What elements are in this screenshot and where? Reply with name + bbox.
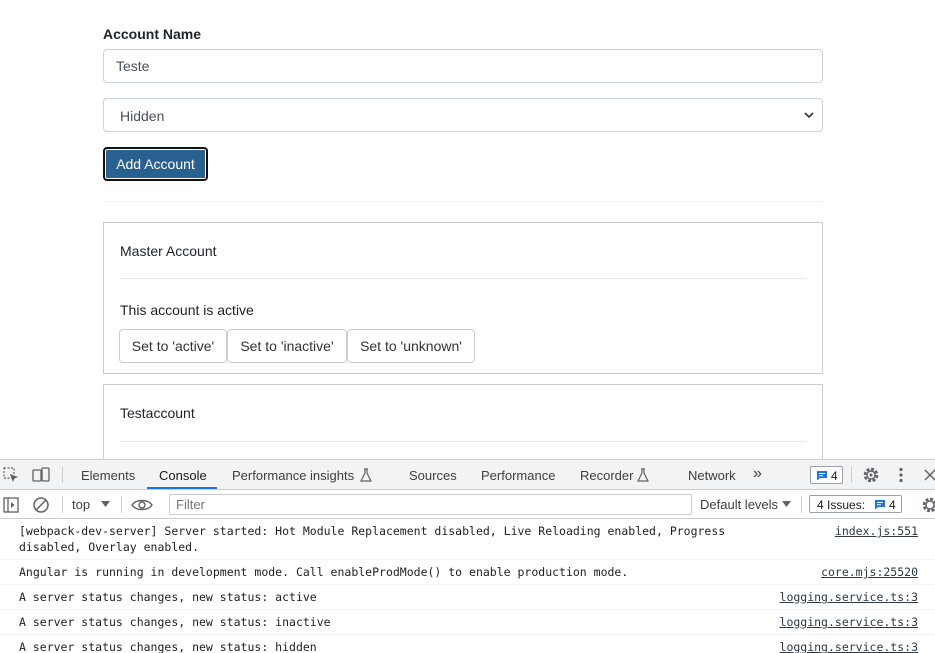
separator	[62, 496, 63, 513]
account-card-title: Testaccount	[120, 405, 195, 421]
console-message-source-link[interactable]: logging.service.ts:3	[780, 614, 918, 630]
console-message: A server status changes, new status: ina…	[0, 610, 935, 635]
issues-badge[interactable]: 4 Issues: 4	[809, 495, 902, 513]
messages-badge[interactable]: 4	[810, 466, 843, 484]
account-card: Testaccount	[103, 384, 823, 459]
card-divider	[120, 441, 806, 442]
settings-gear-icon[interactable]	[862, 466, 880, 484]
console-log-list: [webpack-dev-server] Server started: Hot…	[0, 519, 935, 653]
console-message-source-link[interactable]: core.mjs:25520	[821, 564, 918, 580]
console-message: [webpack-dev-server] Server started: Hot…	[0, 519, 935, 560]
console-message: Angular is running in development mode. …	[0, 560, 935, 585]
console-message-source-link[interactable]: index.js:551	[835, 523, 918, 539]
console-message-text: Angular is running in development mode. …	[19, 565, 629, 579]
set-unknown-button[interactable]: Set to 'unknown'	[347, 329, 475, 363]
messages-count: 4	[831, 469, 838, 483]
console-message-text: [webpack-dev-server] Server started: Hot…	[19, 524, 733, 554]
inspect-element-icon[interactable]	[3, 467, 19, 483]
card-divider	[120, 278, 806, 279]
app-content: Account Name Hidden Add Account Master A…	[0, 0, 935, 459]
tab-network[interactable]: Network	[688, 468, 736, 483]
sidebar-toggle-icon[interactable]	[3, 497, 19, 513]
account-name-input[interactable]	[103, 49, 823, 83]
tab-sources[interactable]: Sources	[409, 468, 457, 483]
devtools-panel: Elements Console Performance insights So…	[0, 459, 935, 653]
console-settings-gear-icon[interactable]	[921, 496, 935, 514]
divider	[103, 201, 823, 202]
dropdown-arrow-icon	[782, 501, 791, 507]
console-toolbar: top Default levels 4 Issues: 4	[0, 490, 935, 519]
console-message: A server status changes, new status: hid…	[0, 635, 935, 653]
set-active-button[interactable]: Set to 'active'	[119, 329, 227, 363]
status-select[interactable]: Hidden	[103, 98, 823, 132]
message-icon	[875, 500, 885, 510]
issues-label: 4 Issues:	[817, 498, 866, 512]
add-account-button[interactable]: Add Account	[103, 147, 208, 181]
account-card-title: Master Account	[120, 243, 217, 259]
tab-console[interactable]: Console	[159, 468, 207, 483]
flask-icon	[637, 468, 649, 482]
context-selector[interactable]: top	[72, 497, 90, 512]
separator	[851, 467, 852, 483]
active-tab-indicator	[147, 487, 217, 489]
more-tabs-icon[interactable]: »	[753, 465, 762, 483]
issues-count: 4	[889, 498, 896, 512]
status-select-value: Hidden	[120, 108, 165, 124]
account-name-label: Account Name	[103, 26, 202, 42]
close-icon[interactable]	[924, 468, 935, 482]
eye-icon[interactable]	[131, 498, 153, 512]
separator	[121, 496, 122, 513]
chevron-down-icon	[804, 112, 814, 119]
devtools-tab-bar: Elements Console Performance insights So…	[0, 460, 935, 490]
tab-elements[interactable]: Elements	[81, 468, 135, 483]
console-message-source-link[interactable]: logging.service.ts:3	[780, 589, 918, 605]
device-toolbar-icon[interactable]	[32, 467, 50, 483]
message-icon	[817, 471, 827, 481]
separator	[801, 496, 802, 513]
tab-recorder[interactable]: Recorder	[580, 468, 633, 483]
tab-performance-insights[interactable]: Performance insights	[232, 468, 354, 483]
set-inactive-button[interactable]: Set to 'inactive'	[227, 329, 347, 363]
more-options-icon[interactable]	[896, 466, 906, 484]
account-card: Master Account This account is active Se…	[103, 222, 823, 374]
clear-console-icon[interactable]	[32, 496, 50, 514]
separator	[62, 467, 63, 483]
console-message-source-link[interactable]: logging.service.ts:3	[780, 639, 918, 653]
log-levels-dropdown[interactable]: Default levels	[700, 497, 778, 512]
account-status-text: This account is active	[120, 302, 254, 318]
tab-performance[interactable]: Performance	[481, 468, 555, 483]
dropdown-arrow-icon	[101, 501, 110, 507]
flask-icon	[360, 468, 372, 482]
console-filter-input[interactable]	[169, 494, 692, 515]
console-message: A server status changes, new status: act…	[0, 585, 935, 610]
